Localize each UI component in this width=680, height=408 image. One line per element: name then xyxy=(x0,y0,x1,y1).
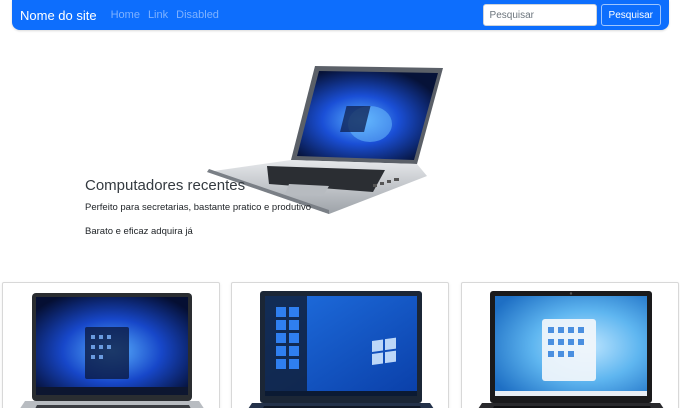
nav-link-home[interactable]: Home xyxy=(111,9,140,21)
search-button[interactable]: Pesquisar xyxy=(600,4,661,26)
black-laptop-image xyxy=(478,291,664,408)
product-card[interactable] xyxy=(461,282,679,408)
site-brand[interactable]: Nome do site xyxy=(20,8,97,23)
search-input[interactable] xyxy=(482,4,597,26)
silver-laptop-image xyxy=(20,293,204,408)
hero-description: Perfeito para secretarias, bastante prat… xyxy=(85,202,312,213)
product-card[interactable] xyxy=(2,282,220,408)
nav-link-disabled: Disabled xyxy=(176,9,219,21)
dark-blue-laptop-image xyxy=(248,291,434,408)
product-card[interactable] xyxy=(231,282,449,408)
hero-tagline: Barato e eficaz adquira já xyxy=(85,226,193,237)
navbar: Nome do site Home Link Disabled Pesquisa… xyxy=(12,0,669,30)
hero-title: Computadores recentes xyxy=(85,177,246,194)
nav-link-link[interactable]: Link xyxy=(148,9,168,21)
